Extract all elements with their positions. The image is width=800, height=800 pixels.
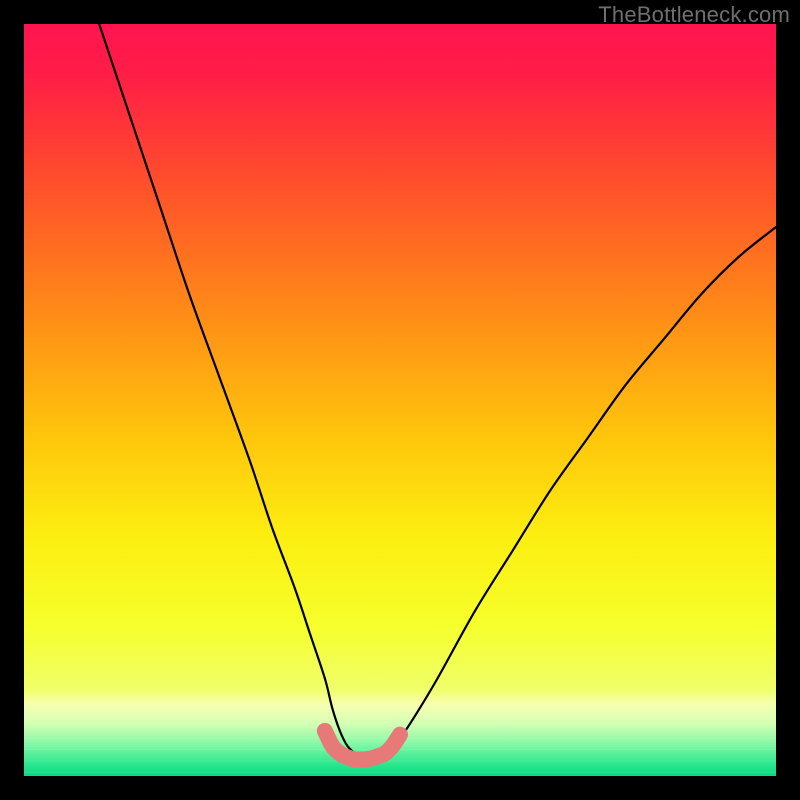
chart-plot-area xyxy=(24,24,776,776)
watermark-text: TheBottleneck.com xyxy=(598,2,790,28)
chart-svg xyxy=(24,24,776,776)
outer-frame: TheBottleneck.com xyxy=(0,0,800,800)
